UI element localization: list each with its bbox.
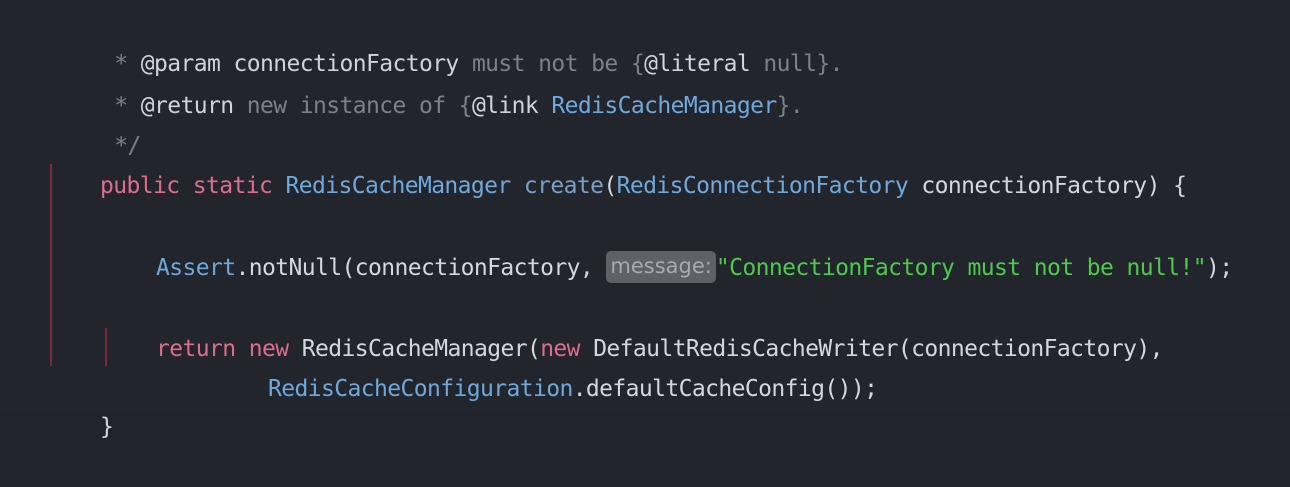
code-line-assert[interactable]: Assert.notNull(connectionFactory, messag… (103, 208, 1233, 283)
statement-end: ); (1206, 255, 1233, 281)
return-type[interactable]: RedisCacheManager (285, 173, 511, 199)
code-line-close[interactable]: } (47, 367, 114, 440)
javadoc-link-close: }. (776, 93, 804, 119)
close-paren: ) (1146, 173, 1161, 199)
code-line-comment-end[interactable]: */ (48, 86, 141, 159)
param-type[interactable]: RedisConnectionFactory (617, 173, 909, 199)
code-line-param[interactable]: * @param connectionFactory must not be {… (48, 4, 843, 77)
param-name: connectionFactory (908, 173, 1147, 199)
javadoc-link-target[interactable]: RedisCacheManager (538, 93, 777, 119)
config-call: .defaultCacheConfig()); (572, 376, 878, 402)
parameter-hint-message: message: (606, 250, 716, 283)
javadoc-return-desc: new instance of { (233, 93, 473, 119)
open-brace: { (1173, 173, 1187, 199)
open-paren: ( (603, 173, 617, 199)
close-brace: } (100, 414, 114, 440)
constructor-args: (connectionFactory), (897, 336, 1164, 362)
javadoc-return-tag: @return (140, 93, 234, 119)
code-editor[interactable]: * @param connectionFactory must not be {… (0, 0, 1290, 440)
code-line-return-doc[interactable]: * @return new instance of {@link RedisCa… (48, 46, 803, 119)
javadoc-link-tag: @link (471, 93, 539, 119)
keyword-static: static (192, 173, 273, 199)
config-class[interactable]: RedisCacheConfiguration (268, 376, 573, 402)
assert-class[interactable]: Assert (156, 255, 236, 281)
assert-call: .notNull(connectionFactory, (235, 255, 607, 281)
keyword-public: public (100, 173, 180, 199)
method-name[interactable]: create (524, 173, 604, 199)
code-line-signature[interactable]: public static RedisCacheManager create(R… (47, 126, 1187, 199)
string-literal: "ConnectionFactory must not be null!" (715, 255, 1207, 281)
code-line-config[interactable]: RedisCacheConfiguration.defaultCacheConf… (215, 329, 878, 402)
code-line-return[interactable]: return new RedisCacheManager(new Default… (103, 289, 1163, 362)
